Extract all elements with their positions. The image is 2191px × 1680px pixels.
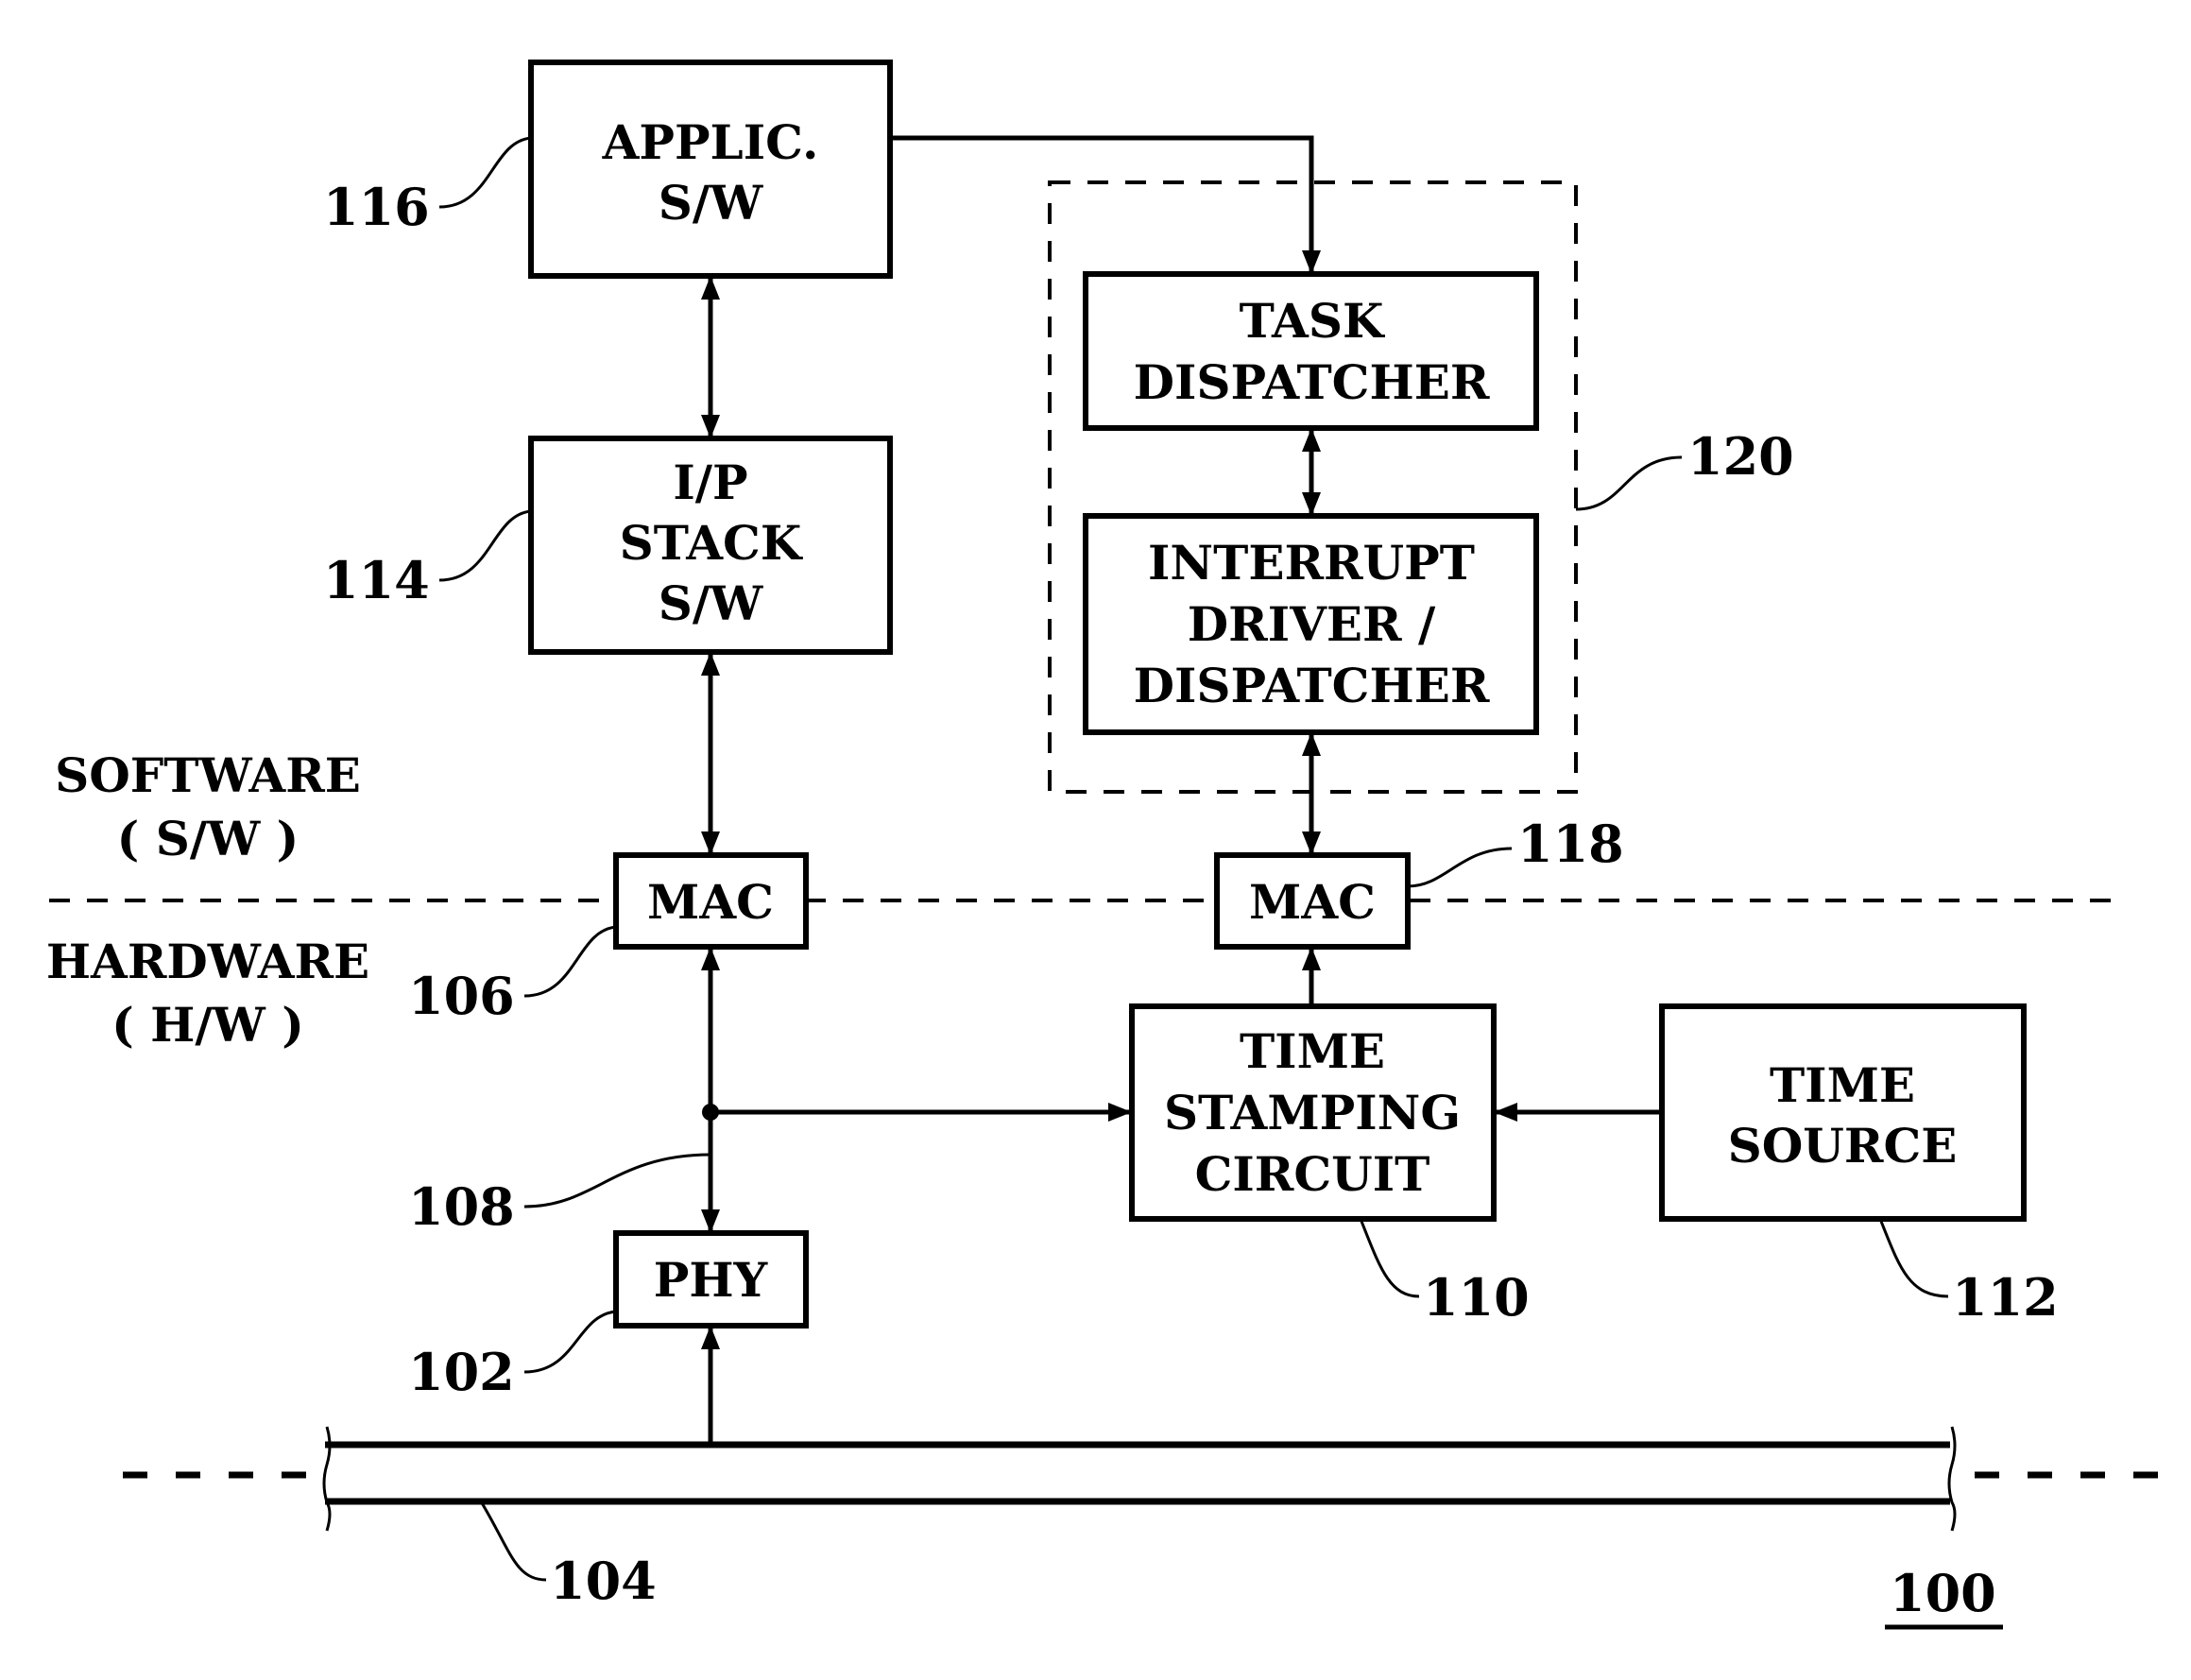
junction-dot: [702, 1104, 719, 1121]
svg-text:I/P: I/P: [673, 454, 747, 510]
svg-text:DISPATCHER: DISPATCHER: [1134, 354, 1490, 410]
mac-right-block: MAC: [1214, 852, 1411, 950]
mac-left-block: MAC: [613, 852, 809, 950]
svg-text:DISPATCHER: DISPATCHER: [1134, 658, 1490, 713]
arrow-applic-task: [890, 135, 1321, 274]
ref-106: 106: [408, 966, 515, 1026]
leader-108: [523, 1153, 711, 1209]
svg-text:STACK: STACK: [620, 515, 803, 571]
svg-text:MAC: MAC: [647, 874, 774, 930]
svg-text:TIME: TIME: [1240, 1023, 1385, 1079]
svg-text:PHY: PHY: [654, 1252, 769, 1308]
figure-number: 100: [1890, 1563, 1996, 1623]
leader-114: [438, 509, 532, 582]
svg-text:APPLIC.: APPLIC.: [602, 114, 819, 170]
block-diagram: SOFTWARE ( S/W ) HARDWARE ( H/W ) APPLIC…: [46, 60, 2173, 1630]
ref-118: 118: [1517, 814, 1624, 874]
software-label: SOFTWARE: [55, 747, 361, 803]
ref-112: 112: [1952, 1267, 2059, 1328]
ref-102: 102: [408, 1342, 515, 1402]
svg-text:S/W: S/W: [659, 175, 763, 231]
svg-text:INTERRUPT: INTERRUPT: [1148, 535, 1475, 591]
leader-118: [1407, 847, 1513, 888]
hardware-abbrev: ( H/W ): [111, 997, 304, 1053]
leader-112: [1878, 1218, 1949, 1298]
ref-120: 120: [1687, 426, 1794, 487]
ref-114: 114: [323, 550, 430, 610]
ref-116: 116: [323, 177, 430, 237]
leader-116: [438, 136, 532, 209]
time-source-block: TIME SOURCE: [1659, 1003, 2027, 1222]
svg-text:TIME: TIME: [1770, 1057, 1915, 1113]
svg-text:MAC: MAC: [1249, 874, 1376, 930]
network-bus: [123, 1426, 2173, 1532]
diagram-canvas: SOFTWARE ( S/W ) HARDWARE ( H/W ) APPLIC…: [0, 0, 2191, 1680]
svg-text:TASK: TASK: [1240, 293, 1385, 349]
svg-text:CIRCUIT: CIRCUIT: [1195, 1146, 1430, 1202]
ip-stack-block: I/P STACK S/W: [528, 436, 893, 655]
ref-110: 110: [1423, 1267, 1530, 1328]
phy-block: PHY: [613, 1230, 809, 1329]
interrupt-driver-block: INTERRUPT DRIVER / DISPATCHER: [1083, 513, 1539, 735]
leader-106: [523, 925, 617, 998]
time-stamping-block: TIME STAMPING CIRCUIT: [1129, 1003, 1497, 1222]
ref-108: 108: [408, 1176, 515, 1237]
leader-120: [1575, 455, 1683, 511]
hardware-label: HARDWARE: [46, 934, 369, 989]
software-abbrev: ( S/W ): [117, 811, 300, 866]
svg-text:S/W: S/W: [659, 575, 763, 631]
leader-102: [523, 1310, 617, 1374]
svg-text:SOURCE: SOURCE: [1728, 1118, 1958, 1174]
leader-104: [479, 1500, 547, 1582]
ref-104: 104: [550, 1551, 657, 1611]
svg-text:STAMPING: STAMPING: [1164, 1085, 1461, 1140]
task-dispatcher-block: TASK DISPATCHER: [1083, 271, 1539, 431]
leader-110: [1359, 1218, 1420, 1298]
applic-sw-block: APPLIC. S/W: [528, 60, 893, 279]
svg-text:DRIVER /: DRIVER /: [1188, 596, 1436, 652]
